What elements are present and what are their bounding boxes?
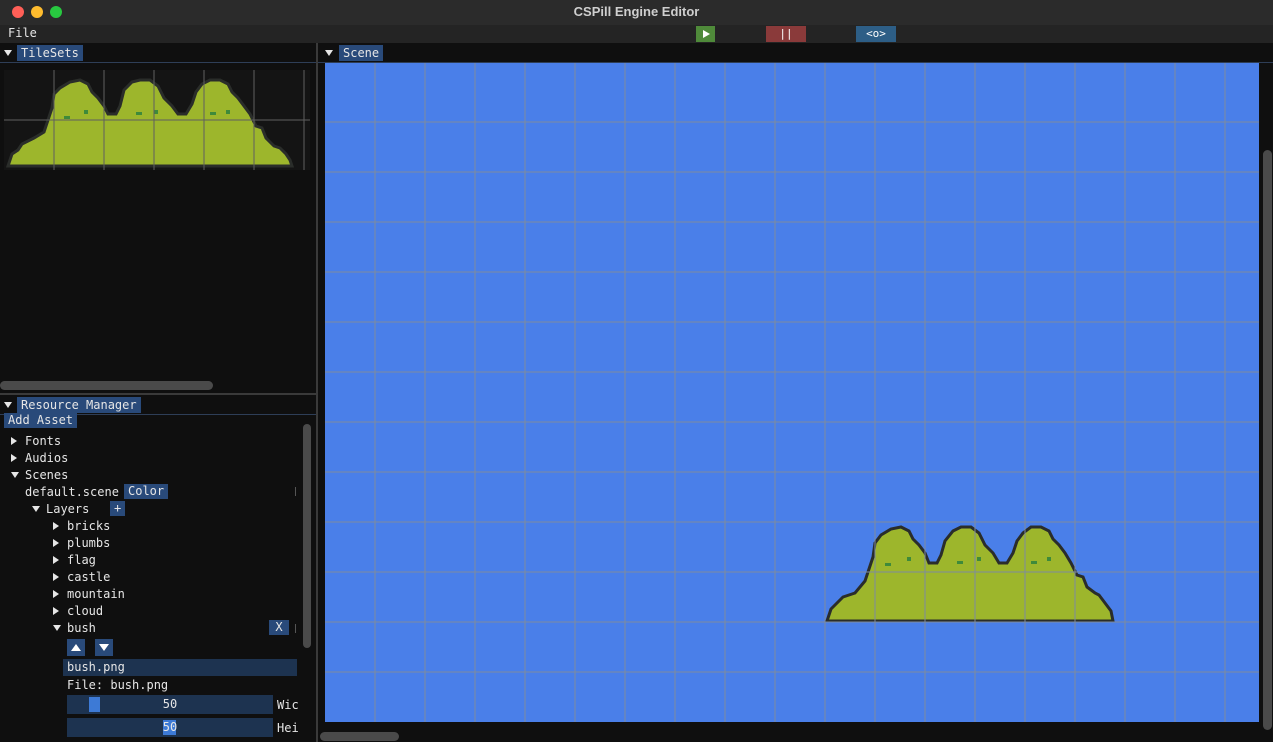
scene-color-button[interactable]: Color: [124, 484, 169, 499]
expand-icon: [53, 539, 59, 547]
add-layer-button[interactable]: +: [110, 501, 125, 516]
resource-manager-panel: Resource Manager Add Asset Fonts Audios …: [0, 396, 316, 742]
resource-manager-vscrollbar[interactable]: [303, 424, 311, 648]
width-slider-value: 50: [162, 697, 178, 711]
layers-label: Layers: [46, 502, 90, 516]
scene-titlebar: Scene: [318, 44, 1273, 63]
panel-splitter[interactable]: [0, 393, 316, 395]
expand-icon: [53, 556, 59, 564]
fonts-label: Fonts: [25, 434, 62, 448]
overflow-marker: [295, 487, 296, 496]
arrow-up-icon: [71, 644, 81, 651]
asset-file-label: File: bush.png: [67, 678, 169, 692]
layer-label: flag: [67, 553, 96, 567]
layer-label: cloud: [67, 604, 104, 618]
scene-panel: Scene: [318, 44, 1273, 742]
height-slider[interactable]: 50: [67, 718, 273, 737]
play-icon: [702, 30, 710, 38]
scene-viewport[interactable]: [325, 63, 1259, 722]
layer-label: mountain: [67, 587, 125, 601]
layer-label: bush: [67, 621, 96, 635]
collapse-icon[interactable]: [4, 50, 12, 56]
pause-button[interactable]: ||: [766, 26, 806, 42]
expand-icon: [53, 522, 59, 530]
scene-name[interactable]: default.scene: [25, 485, 119, 499]
audios-label: Audios: [25, 451, 69, 465]
move-layer-down-button[interactable]: [95, 639, 113, 656]
window-titlebar: CSPill Engine Editor: [0, 0, 1273, 26]
collapse-icon[interactable]: [4, 402, 12, 408]
scenes-label: Scenes: [25, 468, 69, 482]
tilesets-titlebar: TileSets: [0, 44, 316, 63]
play-button[interactable]: [696, 26, 715, 42]
layer-label: bricks: [67, 519, 111, 533]
scene-tab[interactable]: Scene: [339, 45, 384, 61]
scene-hscrollbar[interactable]: [320, 732, 399, 741]
window-title: CSPill Engine Editor: [573, 4, 700, 19]
menu-bar: File: [0, 25, 1273, 43]
tilesets-panel: TileSets: [0, 44, 316, 392]
remove-layer-button[interactable]: X: [269, 620, 289, 635]
expand-icon: [11, 454, 17, 462]
layer-label: plumbs: [67, 536, 111, 550]
width-label: Wic: [277, 698, 299, 712]
collapse-icon: [53, 625, 61, 631]
stop-button[interactable]: <o>: [856, 26, 896, 42]
asset-name-value: bush.png: [67, 660, 125, 674]
expand-icon: [11, 437, 17, 445]
asset-name-field[interactable]: bush.png: [63, 659, 297, 676]
collapse-icon[interactable]: [325, 50, 333, 56]
expand-icon: [53, 573, 59, 581]
move-layer-up-button[interactable]: [67, 639, 85, 656]
expand-icon: [53, 607, 59, 615]
expand-icon: [53, 590, 59, 598]
overflow-marker: [295, 624, 296, 633]
collapse-icon: [11, 472, 19, 478]
scene-vscrollbar[interactable]: [1263, 150, 1272, 730]
width-slider[interactable]: 50: [67, 695, 273, 714]
layer-label: castle: [67, 570, 111, 584]
tilesets-tab[interactable]: TileSets: [17, 45, 83, 61]
height-slider-value: 50: [162, 720, 178, 734]
height-label: Hei: [277, 721, 299, 735]
collapse-icon: [32, 506, 40, 512]
menu-file[interactable]: File: [8, 26, 37, 40]
arrow-down-icon: [99, 644, 109, 651]
tileset-preview[interactable]: [4, 70, 310, 170]
tilesets-hscrollbar[interactable]: [0, 381, 213, 390]
add-asset-button[interactable]: Add Asset: [4, 413, 78, 428]
resource-manager-tab[interactable]: Resource Manager: [17, 397, 141, 413]
